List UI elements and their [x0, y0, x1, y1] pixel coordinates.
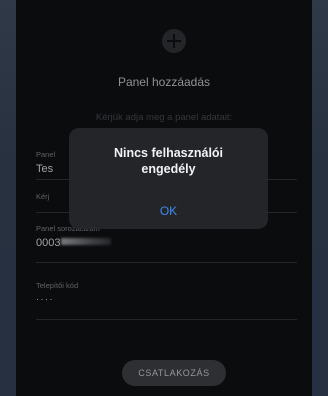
device-frame: Panel hozzáadás Kérjük adja meg a panel … — [0, 0, 328, 396]
alert-dialog: Nincs felhasználói engedély OK — [69, 128, 268, 229]
ok-button[interactable]: OK — [69, 194, 268, 229]
app-screen: Panel hozzáadás Kérjük adja meg a panel … — [16, 0, 312, 396]
alert-title-line1: Nincs felhasználói — [113, 146, 224, 160]
alert-title-line2: engedély — [141, 162, 196, 176]
alert-title: Nincs felhasználói engedély — [69, 145, 268, 177]
